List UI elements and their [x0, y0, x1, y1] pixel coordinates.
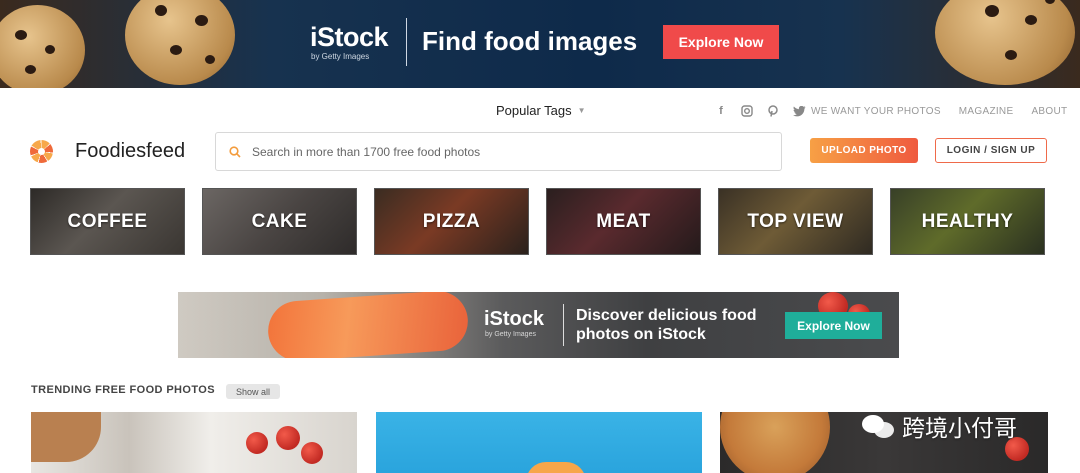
top-links: WE WANT YOUR PHOTOS MAGAZINE ABOUT — [811, 106, 1067, 117]
trending-photo[interactable] — [376, 412, 702, 473]
banner-divider — [406, 18, 407, 66]
login-signup-button[interactable]: LOGIN / SIGN UP — [935, 138, 1047, 163]
category-tiles: COFFEE CAKE PIZZA MEAT TOP VIEW HEALTHY — [30, 188, 1045, 255]
category-label: CAKE — [251, 210, 308, 232]
wechat-icon — [862, 413, 896, 439]
cookie-image — [0, 5, 85, 88]
search-input[interactable] — [252, 144, 752, 159]
site-brand[interactable]: Foodiesfeed — [75, 140, 185, 163]
search-icon — [228, 145, 242, 159]
istock-logo: iStock — [484, 308, 545, 330]
search-bar[interactable] — [215, 132, 782, 171]
tomato-image — [301, 442, 323, 464]
category-label: HEALTHY — [921, 210, 1014, 232]
category-label: TOP VIEW — [747, 210, 844, 232]
istock-logo-sub: by Getty Images — [311, 52, 370, 61]
ad-text: Discover delicious food photos on iStock — [576, 307, 757, 343]
salmon-image — [266, 292, 470, 358]
cookie-image — [935, 0, 1075, 85]
we-want-your-photos-link[interactable]: WE WANT YOUR PHOTOS — [811, 106, 941, 117]
watermark-text: 跨境小付哥 — [902, 416, 1017, 442]
foodiesfeed-logo-icon[interactable] — [30, 140, 53, 163]
top-ad-banner[interactable]: iStock by Getty Images Find food images … — [0, 0, 1080, 88]
banner-headline: Find food images — [422, 26, 638, 56]
chevron-down-icon: ▼ — [577, 106, 586, 115]
twitter-icon[interactable] — [792, 104, 806, 118]
tomato-image — [246, 432, 268, 454]
fruit-image — [526, 462, 586, 473]
category-label: PIZZA — [422, 210, 481, 232]
popular-tags-dropdown[interactable]: Popular Tags ▼ — [496, 103, 586, 118]
ad-divider — [563, 304, 564, 346]
social-links: f — [714, 104, 806, 118]
pinterest-icon[interactable] — [766, 104, 780, 118]
upload-photo-button[interactable]: UPLOAD PHOTO — [810, 138, 918, 163]
facebook-icon[interactable]: f — [714, 104, 728, 118]
show-all-button[interactable]: Show all — [226, 384, 280, 399]
pizza-image — [720, 412, 830, 473]
category-tile-coffee[interactable]: COFFEE — [30, 188, 185, 255]
istock-logo: iStock — [310, 22, 389, 52]
category-label: MEAT — [596, 210, 651, 232]
cookie-image — [125, 0, 235, 85]
istock-logo-sub: by Getty Images — [485, 331, 536, 338]
category-tile-pizza[interactable]: PIZZA — [374, 188, 529, 255]
category-tile-top-view[interactable]: TOP VIEW — [718, 188, 873, 255]
category-tile-meat[interactable]: MEAT — [546, 188, 701, 255]
explore-now-button[interactable]: Explore Now — [785, 312, 882, 339]
about-link[interactable]: ABOUT — [1031, 106, 1067, 117]
popular-tags-label: Popular Tags — [496, 103, 572, 118]
explore-now-button[interactable]: Explore Now — [663, 25, 779, 59]
instagram-icon[interactable] — [740, 104, 754, 118]
tomato-image — [276, 426, 300, 450]
category-label: COFFEE — [67, 210, 148, 232]
trending-photo[interactable] — [31, 412, 357, 473]
category-tile-healthy[interactable]: HEALTHY — [890, 188, 1045, 255]
magazine-link[interactable]: MAGAZINE — [959, 106, 1014, 117]
trending-title: TRENDING FREE FOOD PHOTOS — [31, 384, 215, 396]
watermark: 跨境小付哥 — [862, 408, 1017, 444]
bowl-image — [31, 412, 101, 462]
category-tile-cake[interactable]: CAKE — [202, 188, 357, 255]
